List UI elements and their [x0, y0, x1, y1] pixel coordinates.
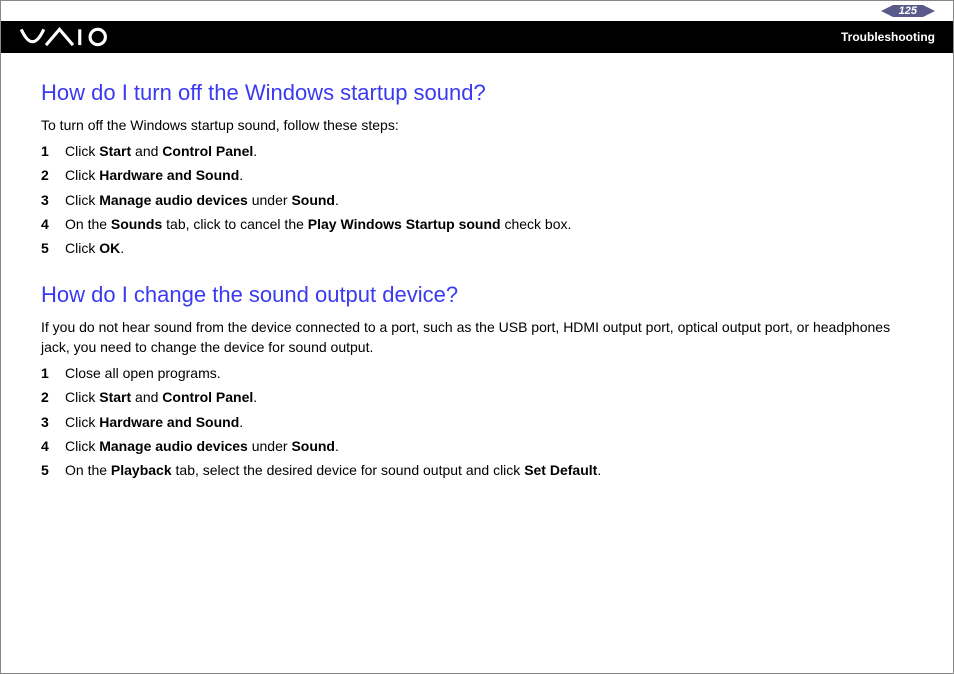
steps-output-device: 1Close all open programs. 2Click Start a…	[41, 363, 913, 480]
top-nav-bar: 125	[1, 1, 953, 21]
step: 1Click Start and Control Panel.	[41, 141, 913, 161]
step: 3Click Hardware and Sound.	[41, 412, 913, 432]
step: 5On the Playback tab, select the desired…	[41, 460, 913, 480]
step: 5Click OK.	[41, 238, 913, 258]
prev-page-arrow-icon[interactable]	[881, 5, 893, 17]
step: 2Click Hardware and Sound.	[41, 165, 913, 185]
step: 4On the Sounds tab, click to cancel the …	[41, 214, 913, 234]
section-startup-sound: How do I turn off the Windows startup so…	[41, 77, 913, 259]
step: 3Click Manage audio devices under Sound.	[41, 190, 913, 210]
section-label: Troubleshooting	[841, 30, 935, 44]
header-bar: Troubleshooting	[1, 21, 953, 53]
next-page-arrow-icon[interactable]	[923, 5, 935, 17]
content-area: How do I turn off the Windows startup so…	[1, 53, 953, 521]
page-number: 125	[893, 5, 923, 17]
section-output-device: How do I change the sound output device?…	[41, 279, 913, 481]
step: 4Click Manage audio devices under Sound.	[41, 436, 913, 456]
vaio-logo	[19, 27, 109, 47]
step: 1Close all open programs.	[41, 363, 913, 383]
intro-startup-sound: To turn off the Windows startup sound, f…	[41, 115, 913, 135]
step: 2Click Start and Control Panel.	[41, 387, 913, 407]
page-nav: 125	[881, 5, 935, 17]
intro-output-device: If you do not hear sound from the device…	[41, 317, 913, 358]
heading-output-device: How do I change the sound output device?	[41, 279, 913, 311]
heading-startup-sound: How do I turn off the Windows startup so…	[41, 77, 913, 109]
steps-startup-sound: 1Click Start and Control Panel. 2Click H…	[41, 141, 913, 258]
document-page: 125 Troubleshooting How do I turn off th…	[0, 0, 954, 674]
